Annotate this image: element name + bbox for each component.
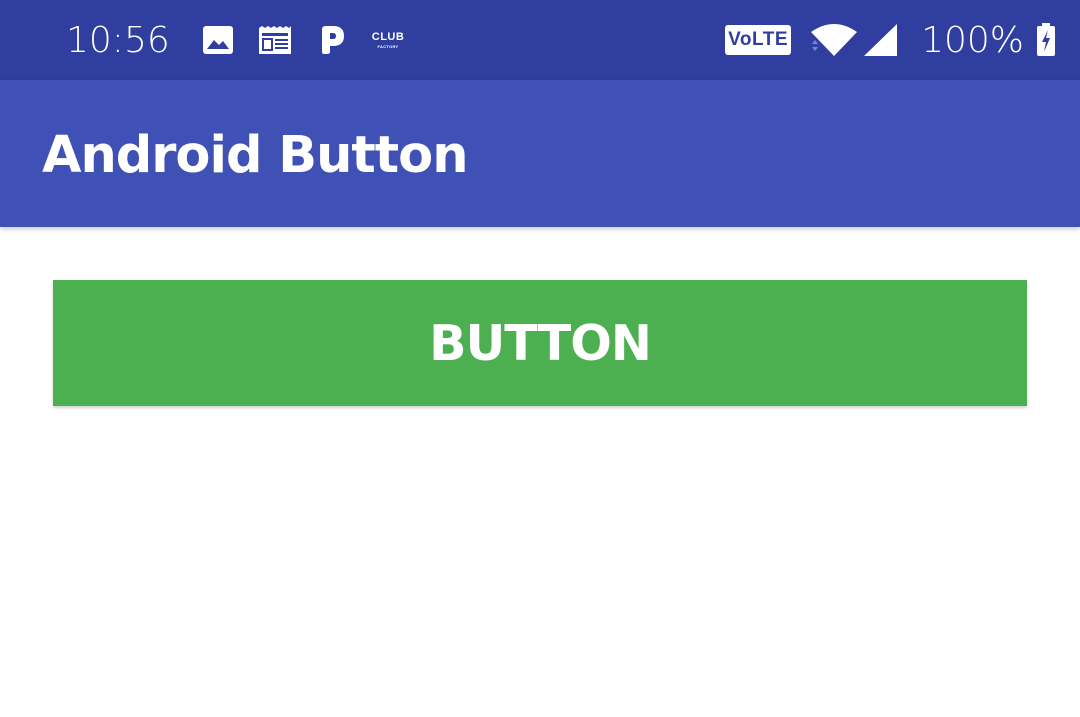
paytm-p-icon	[320, 25, 346, 55]
status-bar: 10:56 CLUB FACTORY VoLTE 100%	[0, 0, 1080, 80]
battery-charging-icon	[1036, 23, 1056, 57]
club-factory-icon: CLUB FACTORY	[371, 30, 405, 49]
club-factory-line1: CLUB	[371, 30, 405, 43]
status-right: VoLTE 100%	[725, 0, 1056, 80]
app-bar: Android Button	[0, 80, 1080, 227]
status-left: 10:56 CLUB FACTORY	[66, 0, 404, 80]
news-icon	[258, 25, 292, 55]
app-title: Android Button	[42, 126, 469, 185]
cell-signal-icon	[863, 23, 899, 57]
wifi-icon	[809, 22, 859, 58]
volte-badge: VoLTE	[725, 25, 792, 55]
main-button[interactable]: BUTTON	[53, 280, 1027, 406]
status-time: 10:56	[66, 19, 170, 61]
image-icon	[202, 25, 234, 55]
battery-percent: 100%	[921, 19, 1024, 61]
club-factory-line2: FACTORY	[377, 43, 399, 49]
